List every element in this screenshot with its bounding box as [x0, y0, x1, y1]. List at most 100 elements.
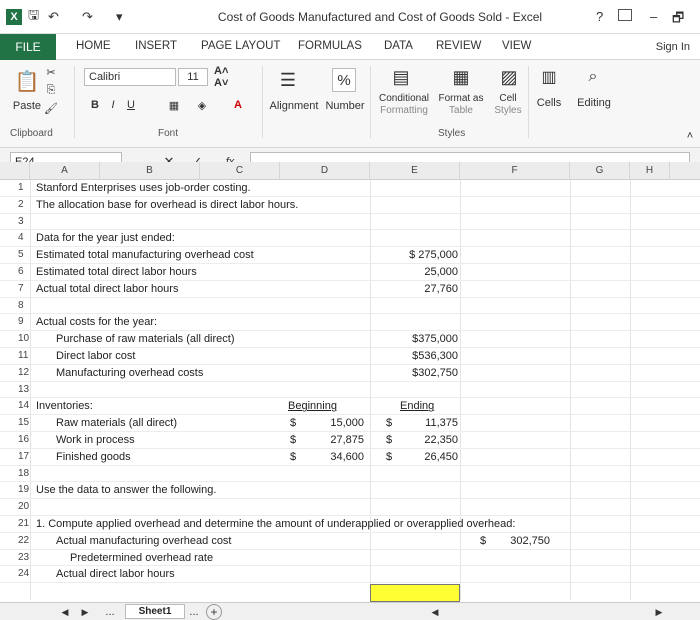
scroll-right-icon[interactable]: ▶ — [654, 605, 664, 619]
cell-d[interactable]: 15,000 — [300, 415, 364, 431]
highlighted-input-cell[interactable] — [370, 584, 460, 602]
scroll-left-icon[interactable]: ◀ — [430, 605, 440, 619]
italic-button[interactable]: I — [106, 96, 120, 114]
row-number[interactable]: 20 — [18, 499, 32, 515]
cell-a[interactable]: Actual manufacturing overhead cost — [56, 533, 232, 549]
column-header-g[interactable]: G — [570, 162, 630, 180]
row-number[interactable]: 9 — [18, 314, 32, 330]
row-number[interactable]: 11 — [18, 348, 32, 364]
cell-d[interactable]: 27,875 — [300, 432, 364, 448]
customize-toolbar-icon[interactable]: ▾ — [116, 9, 123, 25]
row-number[interactable]: 24 — [18, 566, 32, 582]
row-number[interactable]: 5 — [18, 247, 32, 263]
borders-icon[interactable]: ▦ — [166, 96, 182, 114]
format-as-table-label-2[interactable]: Table — [436, 104, 486, 116]
cell-a[interactable]: Actual costs for the year: — [36, 314, 157, 330]
select-all-corner[interactable] — [0, 162, 30, 180]
more-sheets-left[interactable]: ... — [102, 605, 118, 619]
cell-e[interactable]: $375,000 — [390, 331, 458, 347]
cell-styles-label-1[interactable]: Cell — [488, 92, 528, 104]
restore-button[interactable]: 🗗 — [672, 9, 684, 31]
alignment-icon[interactable]: ☰ — [276, 68, 300, 92]
cell-a[interactable]: Direct labor cost — [56, 348, 135, 364]
cell-a[interactable]: Estimated total manufacturing overhead c… — [36, 247, 254, 263]
tab-file[interactable]: FILE — [0, 34, 56, 60]
cell-a[interactable]: Work in process — [56, 432, 135, 448]
cell-a[interactable]: Use the data to answer the following. — [36, 482, 216, 498]
row-number[interactable]: 8 — [18, 298, 32, 314]
cell-e[interactable]: $ 275,000 — [390, 247, 458, 263]
underline-button[interactable]: U — [124, 96, 138, 114]
ribbon-display-options-icon[interactable] — [618, 9, 632, 21]
prev-sheet-icon[interactable]: ◀ — [60, 605, 70, 619]
column-header-d[interactable]: D — [280, 162, 370, 180]
format-as-table-icon[interactable]: ▦ — [448, 64, 474, 90]
cell-a[interactable]: 1. Compute applied overhead and determin… — [36, 516, 515, 532]
font-name-select[interactable]: Calibri — [84, 68, 176, 86]
cell-a[interactable]: Data for the year just ended: — [36, 230, 175, 246]
conditional-formatting-label-2[interactable]: Formatting — [376, 104, 432, 116]
column-header-h[interactable]: H — [630, 162, 670, 180]
row-number[interactable]: 19 — [18, 482, 32, 498]
cell-styles-label-2[interactable]: Styles — [488, 104, 528, 116]
cells-button[interactable]: Cells — [532, 96, 566, 110]
row-number[interactable]: 14 — [18, 398, 32, 414]
row-number[interactable]: 22 — [18, 533, 32, 549]
row-number[interactable]: 17 — [18, 449, 32, 465]
paste-button[interactable]: Paste — [12, 98, 42, 114]
paste-icon[interactable]: 📋 — [12, 66, 42, 96]
column-header-e[interactable]: E — [370, 162, 460, 180]
cell-e[interactable]: 25,000 — [390, 264, 458, 280]
sign-in-link[interactable]: Sign In — [656, 41, 690, 53]
conditional-formatting-icon[interactable]: ▤ — [388, 64, 414, 90]
more-sheets-right[interactable]: ... — [186, 605, 202, 619]
cell-a[interactable]: Purchase of raw materials (all direct) — [56, 331, 235, 347]
row-number[interactable]: 10 — [18, 331, 32, 347]
minimize-button[interactable]: – — [650, 9, 657, 24]
fill-color-icon[interactable]: ◈ — [194, 96, 210, 114]
cell-a[interactable]: The allocation base for overhead is dire… — [36, 197, 298, 213]
cell-e[interactable]: $302,750 — [390, 365, 458, 381]
cell-a[interactable]: Finished goods — [56, 449, 131, 465]
column-header-a[interactable]: A — [30, 162, 100, 180]
save-icon[interactable]: 🖫 — [28, 7, 39, 25]
cell-e[interactable]: 27,760 — [390, 281, 458, 297]
row-number[interactable]: 3 — [18, 214, 32, 230]
next-sheet-icon[interactable]: ▶ — [80, 605, 90, 619]
sheet-tab-sheet1[interactable]: Sheet1 — [125, 604, 185, 619]
tab-data[interactable]: DATA — [384, 40, 413, 52]
row-number[interactable]: 15 — [18, 415, 32, 431]
cell-a[interactable]: Manufacturing overhead costs — [56, 365, 203, 381]
cell-e[interactable]: 26,450 — [390, 449, 458, 465]
column-header-c[interactable]: C — [200, 162, 280, 180]
cell-e[interactable]: $536,300 — [390, 348, 458, 364]
cut-icon[interactable]: ✂ — [40, 64, 62, 80]
cell-a[interactable]: Raw materials (all direct) — [56, 415, 177, 431]
new-sheet-button[interactable]: + — [206, 604, 222, 620]
format-as-table-label-1[interactable]: Format as — [436, 92, 486, 104]
row-number[interactable]: 13 — [18, 382, 32, 398]
row-number[interactable]: 18 — [18, 466, 32, 482]
tab-review[interactable]: REVIEW — [436, 40, 481, 52]
format-painter-icon[interactable]: 🖌 — [40, 100, 62, 116]
font-color-icon[interactable]: A — [230, 96, 246, 114]
grow-shrink-font-icon[interactable]: A˄ A˅ — [214, 65, 244, 89]
row-number[interactable]: 2 — [18, 197, 32, 213]
tab-insert[interactable]: INSERT — [135, 40, 177, 52]
row-number[interactable]: 4 — [18, 230, 32, 246]
tab-home[interactable]: HOME — [76, 40, 111, 52]
cell-e[interactable]: Ending — [400, 398, 434, 414]
cell-a[interactable]: Estimated total direct labor hours — [36, 264, 197, 280]
cell-f[interactable]: 302,750 — [490, 533, 550, 549]
collapse-ribbon-icon[interactable]: ˄ — [684, 130, 696, 142]
tab-page-layout[interactable]: PAGE LAYOUT — [201, 40, 280, 52]
row-number[interactable]: 12 — [18, 365, 32, 381]
redo-icon[interactable]: ↷ — [82, 9, 93, 25]
bold-button[interactable]: B — [88, 96, 102, 114]
cell-e[interactable]: 22,350 — [390, 432, 458, 448]
tab-view[interactable]: VIEW — [502, 40, 531, 52]
cell-d[interactable]: 34,600 — [300, 449, 364, 465]
undo-icon[interactable]: ↶ — [48, 9, 59, 25]
binoculars-icon[interactable]: ⌕ — [582, 66, 604, 88]
conditional-formatting-label-1[interactable]: Conditional — [376, 92, 432, 104]
